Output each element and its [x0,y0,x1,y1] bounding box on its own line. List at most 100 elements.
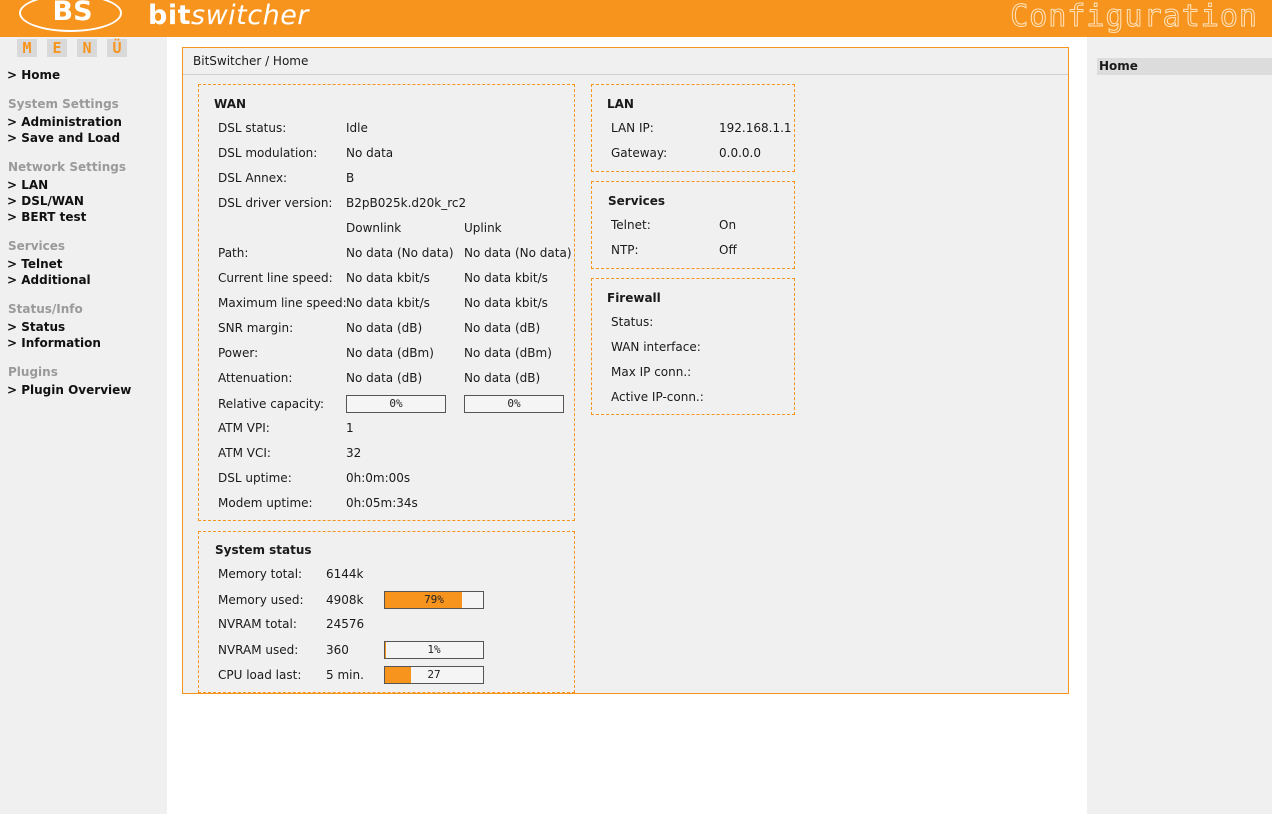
ntp-label: NTP: [611,243,639,257]
memory-used-bar: 79% [384,591,484,609]
dsl-modulation-label: DSL modulation: [218,146,318,160]
cpu-load-label: CPU load last: [218,668,302,682]
brand-part-bit: bit [148,0,191,31]
dsl-annex-label: DSL Annex: [218,171,288,185]
section-services: Services [8,239,66,253]
lan-ip-value: 192.168.1.1 [719,121,792,135]
menu-letter-u: Ü [107,39,127,57]
relative-capacity-uplink-text: 0% [507,397,521,410]
ntp-value: Off [719,243,737,257]
wan-row-uplink: No data (No data) [464,246,572,260]
nvram-used-text: 1% [427,643,441,656]
wan-row-downlink: No data (dB) [346,371,423,385]
system-status-box: System status Memory total: 6144k Memory… [198,531,575,693]
wan-row-uplink: No data (dBm) [464,346,552,360]
dsl-driver-label: DSL driver version: [218,196,333,210]
section-network-settings: Network Settings [8,160,126,174]
dsl-status-label: DSL status: [218,121,287,135]
logo-text: BS [52,0,93,27]
services-title: Services [608,194,666,208]
services-box: Services Telnet: On NTP: Off [591,181,795,269]
dsl-modulation-value: No data [346,146,394,160]
nav-administration[interactable]: > Administration [7,115,122,129]
menu-letter-e: E [47,39,67,57]
memory-total-label: Memory total: [218,567,303,581]
nav-dsl-wan[interactable]: > DSL/WAN [7,194,84,208]
firewall-status-label: Status: [611,315,654,329]
wan-box: WAN DSL status: Idle DSL modulation: No … [198,84,575,521]
nvram-used-bar: 1% [384,641,484,659]
nav-information[interactable]: > Information [7,336,101,350]
uplink-header: Uplink [464,221,502,235]
nav-additional[interactable]: > Additional [7,273,91,287]
nav-status[interactable]: > Status [7,320,65,334]
gateway-value: 0.0.0.0 [719,146,761,160]
memory-used-text: 79% [424,593,444,606]
wan-row-uplink: No data kbit/s [464,271,548,285]
menu-letter-m: M [17,39,37,57]
memory-used-value: 4908k [326,593,364,607]
wan-row-uplink: No data kbit/s [464,296,548,310]
telnet-value: On [719,218,737,232]
wan-row-label: Path: [218,246,249,260]
wan-row-uplink: No data (dB) [464,371,541,385]
modem-uptime-value: 0h:05m:34s [346,496,418,510]
firewall-title: Firewall [607,291,661,305]
section-plugins: Plugins [8,365,58,379]
right-sidebar: Home [1087,37,1272,814]
wan-row-downlink: No data (dBm) [346,346,434,360]
dsl-status-value: Idle [346,121,368,135]
page-title: Configuration [1010,0,1258,34]
breadcrumb: BitSwitcher / Home [193,54,309,68]
context-home-item[interactable]: Home [1097,58,1272,75]
nav-home[interactable]: > Home [7,68,60,82]
dsl-driver-value: B2pB025k.d20k_rc2 [346,196,467,210]
brand-part-switcher: switcher [191,0,309,31]
nav-telnet[interactable]: > Telnet [7,257,63,271]
section-status-info: Status/Info [8,302,83,316]
relative-capacity-downlink-bar: 0% [346,395,446,413]
cpu-load-period: 5 min. [326,668,364,682]
wan-row-label: Current line speed: [218,271,333,285]
nav-bert-test[interactable]: > BERT test [7,210,86,224]
active-ip-conn-label: Active IP-conn.: [611,390,704,404]
relative-capacity-label: Relative capacity: [218,397,325,411]
dsl-uptime-label: DSL uptime: [218,471,292,485]
wan-row-downlink: No data (No data) [346,246,454,260]
atm-vpi-label: ATM VPI: [218,421,270,435]
menu-heading: M E N Ü [17,39,133,57]
nav-lan[interactable]: > LAN [7,178,48,192]
nvram-used-label: NVRAM used: [218,643,299,657]
lan-box: LAN LAN IP: 192.168.1.1 Gateway: 0.0.0.0 [591,84,795,172]
memory-total-value: 6144k [326,567,364,581]
wan-row-label: SNR margin: [218,321,294,335]
system-status-title: System status [215,543,312,557]
dsl-uptime-value: 0h:0m:00s [346,471,411,485]
atm-vci-value: 32 [346,446,362,460]
lan-ip-label: LAN IP: [611,121,654,135]
brand-name: bitswitcher [148,1,309,31]
nvram-total-label: NVRAM total: [218,617,297,631]
telnet-label: Telnet: [611,218,651,232]
wan-interface-label: WAN interface: [611,340,701,354]
menu-letter-n: N [77,39,97,57]
wan-row-label: Maximum line speed: [218,296,347,310]
wan-row-label: Attenuation: [218,371,293,385]
cpu-load-bar: 27 [384,666,484,684]
modem-uptime-label: Modem uptime: [218,496,313,510]
relative-capacity-downlink-text: 0% [389,397,403,410]
breadcrumb-divider [183,74,1068,75]
cpu-load-text: 27 [427,668,441,681]
dsl-annex-value: B [346,171,355,185]
header-bar: BS bitswitcher Configuration [0,0,1272,37]
downlink-header: Downlink [346,221,402,235]
atm-vpi-value: 1 [346,421,354,435]
nav-plugin-overview[interactable]: > Plugin Overview [7,383,131,397]
bitswitcher-logo[interactable]: BS [19,0,122,32]
wan-row-label: Power: [218,346,259,360]
left-sidebar: M E N Ü > Home System Settings > Adminis… [0,37,167,814]
nav-save-and-load[interactable]: > Save and Load [7,131,120,145]
wan-row-downlink: No data (dB) [346,321,423,335]
relative-capacity-uplink-bar: 0% [464,395,564,413]
wan-row-uplink: No data (dB) [464,321,541,335]
